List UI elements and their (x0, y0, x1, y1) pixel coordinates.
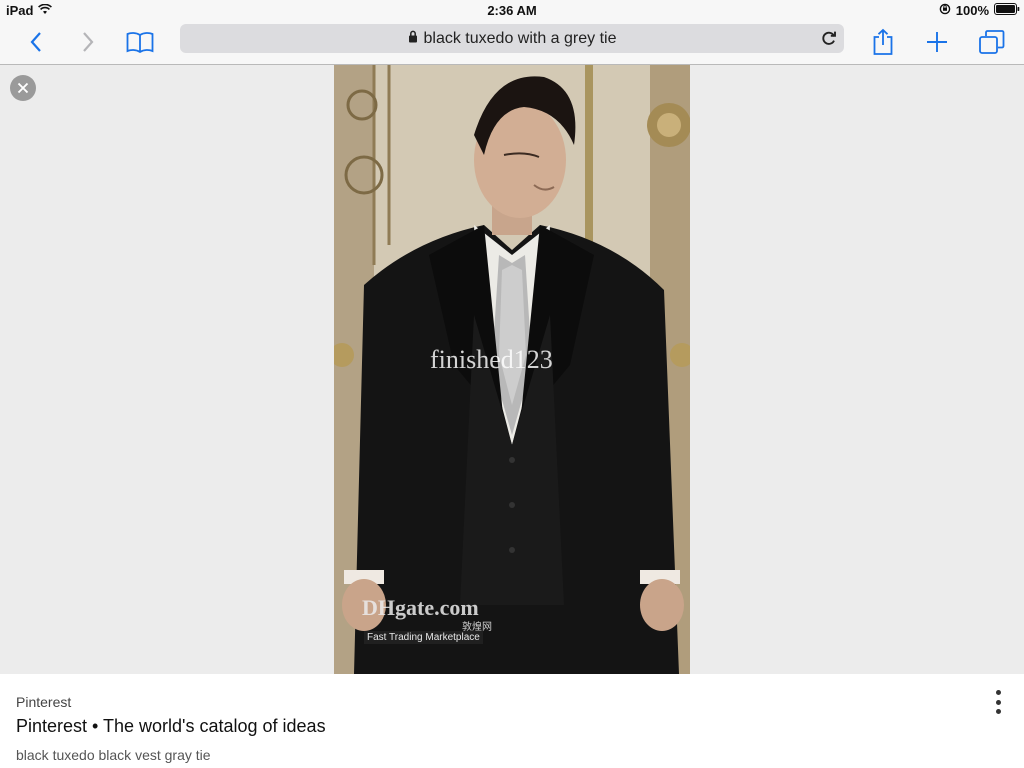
status-right: 100% (939, 3, 1020, 18)
result-source: Pinterest (16, 694, 72, 710)
battery-percent: 100% (955, 3, 989, 18)
address-bar[interactable]: black tuxedo with a grey tie (180, 24, 844, 53)
bookmarks-icon[interactable] (124, 20, 156, 64)
more-vertical-icon[interactable] (990, 690, 1006, 714)
close-icon[interactable] (10, 75, 36, 101)
status-time: 2:36 AM (487, 3, 537, 18)
forward-chevron-icon[interactable] (74, 20, 102, 64)
lock-icon (408, 30, 418, 48)
watermark-text: finished123 (430, 345, 553, 374)
tabs-icon[interactable] (976, 20, 1008, 64)
image-viewer: finished123 DHgate.com 敦煌网 Fast Trading … (0, 65, 1024, 674)
more-dot (995, 690, 1001, 695)
watermark-tagline: Fast Trading Marketplace (364, 631, 483, 644)
result-image[interactable]: finished123 DHgate.com 敦煌网 Fast Trading … (334, 65, 690, 674)
status-bar: iPad 2:36 AM 100% (0, 0, 1024, 20)
reload-icon[interactable] (820, 29, 838, 52)
result-info-panel[interactable]: Pinterest Pinterest • The world's catalo… (0, 674, 1024, 768)
result-description: black tuxedo black vest gray tie (16, 747, 211, 763)
address-text-group: black tuxedo with a grey tie (180, 30, 844, 48)
back-chevron-icon[interactable] (22, 20, 50, 64)
more-dot (995, 709, 1001, 714)
orientation-lock-icon (939, 3, 951, 18)
address-text: black tuxedo with a grey tie (423, 30, 617, 47)
more-dot (995, 699, 1001, 705)
battery-icon (994, 3, 1020, 18)
plus-icon[interactable] (922, 20, 952, 64)
share-icon[interactable] (868, 20, 898, 64)
browser-toolbar: black tuxedo with a grey tie (0, 20, 1024, 65)
result-title[interactable]: Pinterest • The world's catalog of ideas (16, 716, 326, 737)
